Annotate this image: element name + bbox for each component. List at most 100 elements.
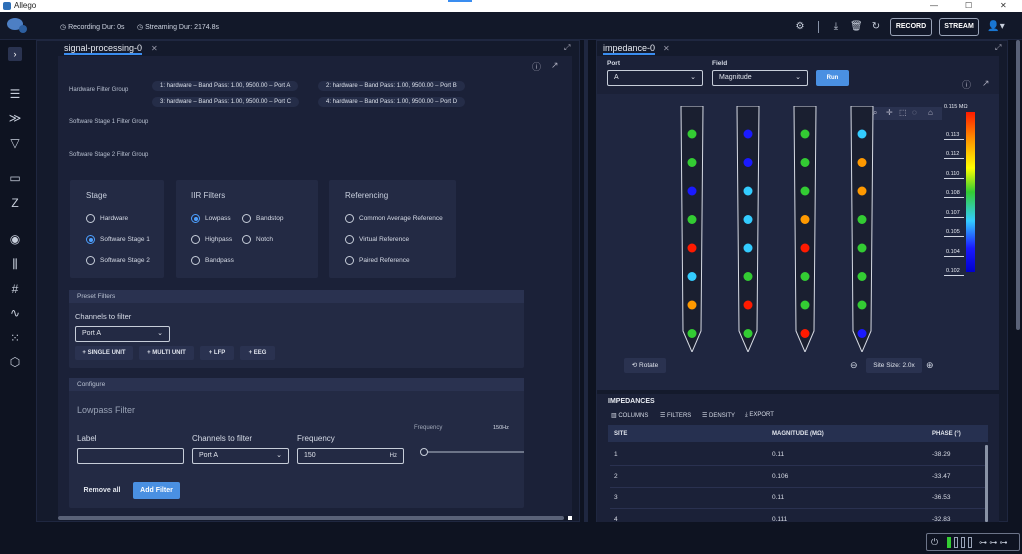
- maximize-icon[interactable]: ☐: [965, 0, 972, 12]
- external-link-icon[interactable]: ↗: [982, 78, 990, 89]
- label-input[interactable]: [77, 448, 184, 464]
- filter-chip[interactable]: 2: hardware – Band Pass: 1.00, 9500.00 –…: [318, 81, 465, 91]
- radio-highpass[interactable]: [191, 235, 200, 244]
- electrode-site[interactable]: [800, 129, 810, 139]
- maximize-panel-icon[interactable]: ⤢: [995, 43, 1001, 53]
- electrode-site[interactable]: [687, 215, 697, 224]
- panel-splitter[interactable]: [584, 40, 588, 522]
- filter-icon[interactable]: ▽: [7, 135, 23, 151]
- radio-bandpass[interactable]: [191, 256, 200, 265]
- electrode-site[interactable]: [800, 329, 810, 338]
- electrode-site[interactable]: [687, 329, 697, 338]
- eeg-button[interactable]: + EEG: [240, 346, 275, 360]
- column-header-magnitude[interactable]: MAGNITUDE (MΩ): [772, 431, 824, 437]
- tab-impedance[interactable]: impedance-0: [603, 43, 656, 55]
- stream-button[interactable]: STREAM: [939, 18, 979, 36]
- electrode-site[interactable]: [743, 300, 753, 310]
- electrode-site[interactable]: [857, 272, 867, 281]
- box-select-icon[interactable]: ⬚: [899, 108, 907, 117]
- export-button[interactable]: ⤓ EXPORT: [745, 412, 774, 419]
- electrode-site[interactable]: [743, 272, 753, 281]
- tab-signal-processing[interactable]: signal-processing-0: [64, 43, 143, 55]
- field-select[interactable]: Magnitude ⌄: [712, 70, 808, 86]
- electrode-site[interactable]: [800, 215, 810, 224]
- electrode-site[interactable]: [800, 272, 810, 281]
- radio-lowpass[interactable]: [191, 214, 200, 223]
- radio-common-average-reference[interactable]: [345, 214, 354, 223]
- zoom-in-icon[interactable]: ⊕: [926, 360, 934, 371]
- table-scrollbar[interactable]: [985, 445, 988, 522]
- monitor-icon[interactable]: ▭: [7, 170, 23, 186]
- radio-virtual-reference[interactable]: [345, 235, 354, 244]
- radio-paired-reference[interactable]: [345, 256, 354, 265]
- radio-notch[interactable]: [242, 235, 251, 244]
- signal-flow-icon[interactable]: ≫: [7, 110, 23, 126]
- electrode-site[interactable]: [857, 215, 867, 224]
- electrode-site[interactable]: [800, 186, 810, 196]
- camera-icon[interactable]: ◉: [7, 231, 23, 247]
- filters-button[interactable]: ☰ FILTERS: [660, 412, 691, 419]
- pan-icon[interactable]: ✛: [886, 108, 893, 117]
- z-impedance-icon[interactable]: Z: [7, 195, 23, 211]
- electrode-site[interactable]: [857, 158, 867, 167]
- run-button[interactable]: Run: [816, 70, 849, 86]
- maximize-panel-icon[interactable]: ⤢: [564, 43, 570, 53]
- record-button[interactable]: RECORD: [890, 18, 932, 36]
- remove-all-button[interactable]: Remove all: [77, 482, 127, 499]
- single-unit-button[interactable]: + SINGLE UNIT: [75, 346, 133, 360]
- close-tab-icon[interactable]: ✕: [663, 44, 670, 53]
- rotate-button[interactable]: ⟲ Rotate: [624, 358, 666, 373]
- waveform-icon[interactable]: ⫼: [7, 256, 23, 272]
- filter-chip[interactable]: 3: hardware – Band Pass: 1.00, 9500.00 –…: [152, 97, 300, 107]
- frequency-slider-thumb[interactable]: [420, 448, 428, 456]
- column-header-phase[interactable]: PHASE (°): [932, 431, 961, 437]
- density-button[interactable]: ☰ DENSITY: [702, 412, 735, 419]
- close-icon[interactable]: ✕: [1000, 0, 1007, 12]
- electrode-site[interactable]: [743, 329, 753, 338]
- port-select[interactable]: A ⌄: [607, 70, 703, 86]
- electrode-site[interactable]: [743, 243, 753, 253]
- refresh-icon[interactable]: ↻: [870, 21, 882, 33]
- trash-icon[interactable]: 🗑: [850, 21, 863, 33]
- lfp-button[interactable]: + LFP: [200, 346, 234, 360]
- electrode-site[interactable]: [857, 300, 867, 310]
- radio-bandstop[interactable]: [242, 214, 251, 223]
- download-icon[interactable]: ⤓: [830, 21, 842, 33]
- add-filter-button[interactable]: Add Filter: [133, 482, 180, 499]
- electrode-site[interactable]: [800, 243, 810, 253]
- electrode-site[interactable]: [687, 300, 697, 310]
- electrode-site[interactable]: [687, 272, 697, 281]
- multi-unit-button[interactable]: + MULTI UNIT: [139, 346, 194, 360]
- user-menu-icon[interactable]: 👤▾: [986, 21, 1006, 33]
- zoom-out-icon[interactable]: ⊖: [850, 360, 858, 371]
- column-header-site[interactable]: SITE: [614, 431, 627, 437]
- electrode-site[interactable]: [687, 186, 697, 196]
- electrode-site[interactable]: [857, 329, 867, 338]
- electrode-site[interactable]: [857, 243, 867, 253]
- sliders-icon[interactable]: ☰: [7, 86, 23, 102]
- activity-icon[interactable]: ∿: [7, 305, 23, 321]
- apps-grid-icon[interactable]: ⁙: [7, 330, 23, 346]
- electrode-site[interactable]: [743, 186, 753, 196]
- electrode-site[interactable]: [743, 215, 753, 224]
- filter-chip[interactable]: 1: hardware – Band Pass: 1.00, 9500.00 –…: [152, 81, 299, 91]
- help-icon[interactable]: ⓘ: [532, 60, 541, 73]
- columns-button[interactable]: ▥ COLUMNS: [611, 412, 648, 419]
- configure-channels-select[interactable]: Port A ⌄: [192, 448, 289, 464]
- electrode-site[interactable]: [687, 158, 697, 167]
- lasso-icon[interactable]: ◌: [912, 108, 917, 117]
- help-icon[interactable]: ⓘ: [962, 78, 971, 91]
- expand-sidebar-button[interactable]: ›: [8, 47, 22, 61]
- minimize-icon[interactable]: —: [930, 0, 938, 12]
- preset-port-select[interactable]: Port A ⌄: [75, 326, 170, 342]
- electrode-site[interactable]: [743, 129, 753, 139]
- frequency-input[interactable]: 150 Hz: [297, 448, 404, 464]
- electrode-site[interactable]: [857, 186, 867, 196]
- electrode-site[interactable]: [743, 158, 753, 167]
- cube-icon[interactable]: ⬡: [7, 354, 23, 370]
- electrode-site[interactable]: [800, 300, 810, 310]
- filter-chip[interactable]: 4: hardware – Band Pass: 1.00, 9500.00 –…: [318, 97, 466, 107]
- electrode-site[interactable]: [687, 129, 697, 139]
- electrode-site[interactable]: [687, 243, 697, 253]
- frequency-slider-track[interactable]: [424, 451, 524, 453]
